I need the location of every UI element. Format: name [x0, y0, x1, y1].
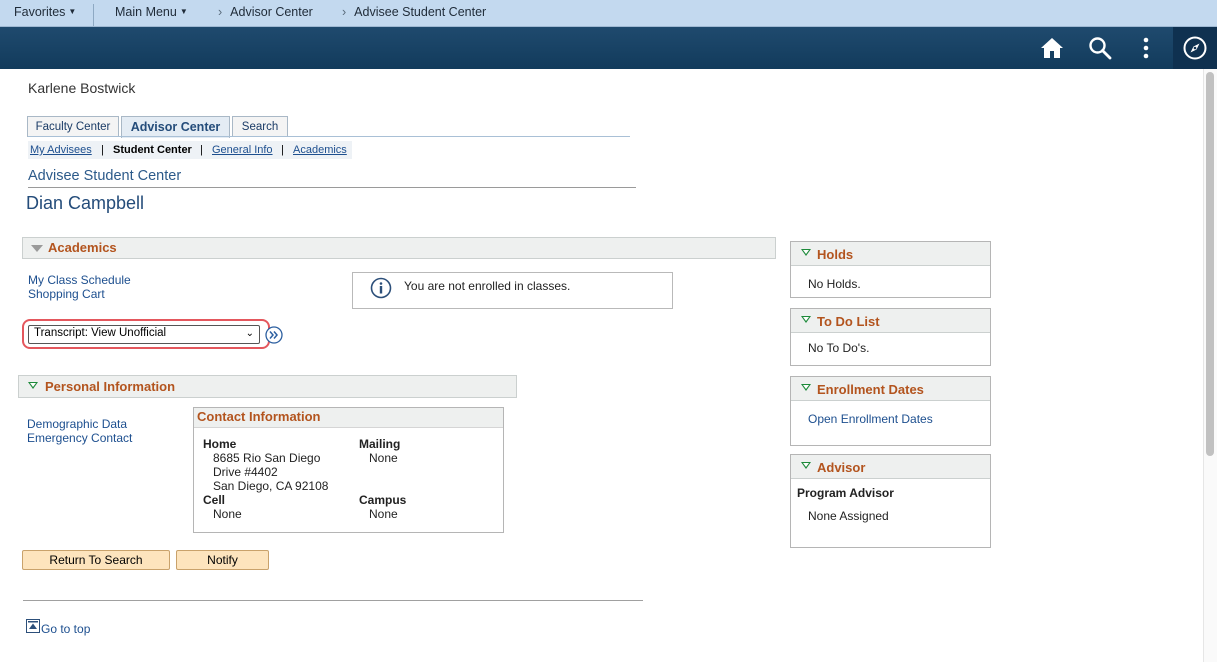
home-icon[interactable]	[1039, 35, 1065, 61]
my-class-schedule-link[interactable]: My Class Schedule	[28, 273, 131, 287]
go-button-icon[interactable]	[265, 326, 283, 344]
caret-down-icon: ▼	[68, 7, 76, 16]
holds-text: No Holds.	[808, 277, 861, 291]
shopping-cart-link[interactable]: Shopping Cart	[28, 287, 105, 301]
advisor-title: Advisor	[817, 460, 865, 475]
breadcrumb-advisor-center[interactable]: ›Advisor Center	[218, 5, 313, 19]
demographic-data-link[interactable]: Demographic Data	[27, 417, 127, 431]
todo-title: To Do List	[817, 314, 880, 329]
subnav-separator: |	[200, 144, 203, 156]
main-menu[interactable]: Main Menu▼	[115, 5, 188, 19]
program-advisor-label: Program Advisor	[797, 486, 894, 500]
footer-divider	[23, 600, 643, 601]
mailing-address-label: Mailing	[359, 437, 400, 451]
user-name: Karlene Bostwick	[28, 80, 135, 96]
scrollbar-thumb[interactable]	[1206, 72, 1214, 456]
subnav-general-info[interactable]: General Info	[212, 144, 273, 156]
collapse-triangle-icon[interactable]	[801, 316, 811, 323]
favorites-menu[interactable]: Favorites▼	[14, 5, 76, 19]
academics-action-dropdown[interactable]: Transcript: View Unofficial ⌄	[28, 325, 260, 344]
personal-info-title: Personal Information	[45, 379, 175, 394]
home-address-line: Drive #4402	[213, 465, 278, 479]
holds-title: Holds	[817, 247, 853, 262]
enrollment-dates-title: Enrollment Dates	[817, 382, 924, 397]
breadcrumb-bar: Favorites▼ Main Menu▼ ›Advisor Center ›A…	[0, 0, 1217, 27]
compass-icon	[1182, 35, 1208, 61]
page-title: Advisee Student Center	[28, 168, 181, 184]
header-bar	[0, 27, 1217, 69]
subnav-my-advisees[interactable]: My Advisees	[30, 144, 92, 156]
campus-phone-value: None	[369, 507, 398, 521]
collapse-triangle-icon[interactable]	[801, 249, 811, 256]
home-address-line: 8685 Rio San Diego	[213, 451, 320, 465]
todo-text: No To Do's.	[808, 341, 869, 355]
info-icon	[370, 277, 392, 299]
home-address-line: San Diego, CA 92108	[213, 479, 328, 493]
enrollment-message: You are not enrolled in classes.	[404, 279, 570, 293]
subnav-separator: |	[281, 144, 284, 156]
tab-advisor-center[interactable]: Advisor Center	[121, 116, 230, 138]
academics-title: Academics	[48, 240, 117, 255]
go-to-top-icon[interactable]	[26, 619, 40, 633]
collapse-triangle-icon[interactable]	[28, 382, 38, 389]
collapse-triangle-icon[interactable]	[801, 462, 811, 469]
student-name: Dian Campbell	[26, 193, 144, 214]
chevron-right-icon: ›	[218, 5, 222, 19]
navbar-button[interactable]	[1173, 27, 1217, 69]
go-to-top-link[interactable]: Go to top	[41, 622, 90, 636]
collapse-triangle-icon[interactable]	[801, 384, 811, 391]
caret-down-icon: ▼	[180, 7, 188, 16]
chevron-right-icon: ›	[342, 5, 346, 19]
home-address-label: Home	[203, 437, 236, 451]
return-to-search-button[interactable]: Return To Search	[22, 550, 170, 570]
search-icon[interactable]	[1087, 35, 1113, 61]
program-advisor-value: None Assigned	[808, 509, 889, 523]
contact-information-title: Contact Information	[197, 409, 321, 424]
open-enrollment-dates-link[interactable]: Open Enrollment Dates	[808, 412, 933, 426]
breadcrumb-advisee-student-center[interactable]: ›Advisee Student Center	[342, 5, 486, 19]
campus-phone-label: Campus	[359, 493, 406, 507]
subnav-student-center: Student Center	[113, 144, 192, 156]
title-divider	[28, 187, 636, 188]
academics-section-header[interactable]: Academics	[22, 237, 776, 259]
mailing-address-value: None	[369, 451, 398, 465]
tab-faculty-center[interactable]: Faculty Center	[27, 116, 119, 137]
notify-button[interactable]: Notify	[176, 550, 269, 570]
collapse-triangle-icon[interactable]	[31, 245, 43, 252]
divider	[93, 4, 94, 26]
cell-phone-label: Cell	[203, 493, 225, 507]
tab-underline	[28, 136, 630, 137]
cell-phone-value: None	[213, 507, 242, 521]
tab-search[interactable]: Search	[232, 116, 288, 137]
subnav-separator: |	[101, 144, 104, 156]
subnav-academics[interactable]: Academics	[293, 144, 347, 156]
personal-info-section-header[interactable]: Personal Information	[18, 375, 517, 398]
emergency-contact-link[interactable]: Emergency Contact	[27, 431, 132, 445]
more-options-icon[interactable]	[1133, 35, 1159, 61]
chevron-down-icon: ⌄	[246, 328, 254, 339]
